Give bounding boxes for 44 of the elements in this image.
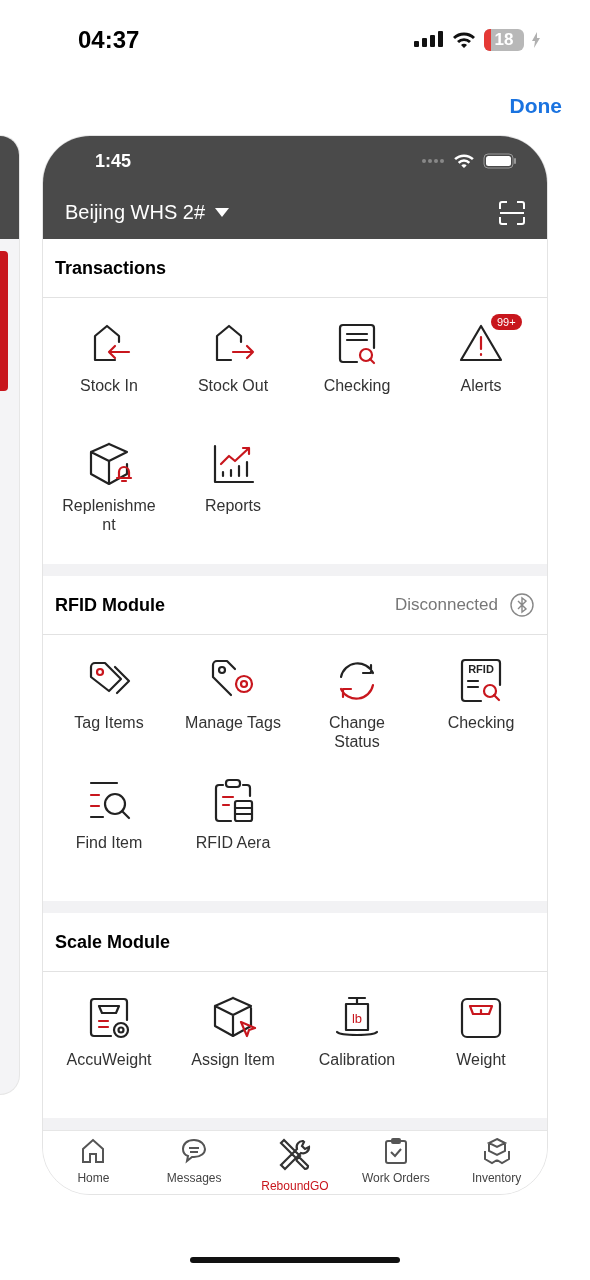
module-tile[interactable]: Replenishment: [47, 438, 171, 558]
section-title: RFID Module: [55, 594, 165, 616]
module-tile[interactable]: Stock Out: [171, 318, 295, 438]
status-time: 04:37: [78, 26, 140, 54]
module-tile[interactable]: RFID Checking: [419, 655, 543, 775]
signal-icon: [414, 31, 444, 49]
module-tile[interactable]: Reports: [171, 438, 295, 558]
module-tile[interactable]: Stock In: [47, 318, 171, 438]
tools-icon: [277, 1137, 313, 1173]
count-badge: 99+: [491, 314, 522, 330]
tab-bar-item[interactable]: Messages: [144, 1137, 245, 1193]
module-tile[interactable]: RFID Aera: [171, 775, 295, 895]
app-card-preview[interactable]: [0, 135, 20, 1095]
battery-indicator: 18: [484, 29, 524, 51]
battery-icon: [483, 153, 517, 169]
section-title: Scale Module: [55, 931, 171, 953]
module-tile[interactable]: AccuWeight: [47, 992, 171, 1112]
cubes-icon: [482, 1137, 511, 1165]
module-tile[interactable]: Weight: [419, 992, 543, 1112]
tab-bar-item[interactable]: ReboundGO: [245, 1137, 345, 1193]
app-card[interactable]: [42, 135, 548, 1195]
wifi-icon: [452, 31, 476, 49]
chat-bubble-icon: [180, 1137, 209, 1165]
module-tile[interactable]: Manage Tags: [171, 655, 295, 775]
caret-icon: [215, 208, 230, 217]
status-time: 1:45: [95, 150, 132, 172]
module-tile[interactable]: lb Calibration: [295, 992, 419, 1112]
connection-status: Disconnected: [395, 595, 498, 615]
module-tile[interactable]: Tag Items: [47, 655, 171, 775]
module-tile[interactable]: Checking: [295, 318, 419, 438]
section-title: Transactions: [55, 257, 167, 279]
charging-bolt-icon: [532, 32, 540, 48]
tab-bar-item[interactable]: Work Orders: [345, 1137, 446, 1193]
warehouse-selector[interactable]: Beijing WHS 2#: [65, 201, 230, 224]
module-tile[interactable]: Find Item: [47, 775, 171, 895]
scan-icon[interactable]: [499, 200, 525, 225]
bluetooth-icon[interactable]: [510, 593, 534, 617]
module-tile[interactable]: Assign Item: [171, 992, 295, 1112]
tab-bar-item[interactable]: Home: [43, 1137, 144, 1193]
signal-icon: [421, 158, 445, 164]
wifi-icon: [453, 153, 475, 169]
module-tile[interactable]: Change Status: [295, 655, 419, 775]
tab-bar-item[interactable]: Inventory: [446, 1137, 547, 1193]
done-button[interactable]: Done: [509, 94, 562, 118]
